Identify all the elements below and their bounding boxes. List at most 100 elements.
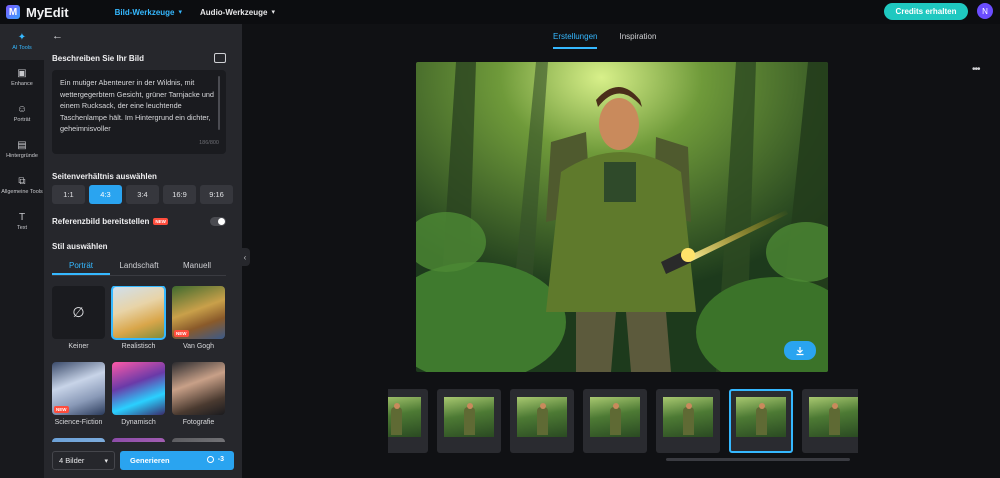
generated-image-artwork xyxy=(416,62,828,372)
character-count: 186/800 xyxy=(199,140,219,147)
tool-rail: ✦ AI Tools ▣ Enhance ☺ Porträt ▤ Hintergründe ⧉ A… xyxy=(0,24,44,478)
rail-item-5[interactable]: T Text xyxy=(0,204,44,240)
aspect-ratio-button[interactable]: 3:4 xyxy=(126,185,159,204)
aspect-ratio-button[interactable]: 4:3 xyxy=(89,185,122,204)
user-avatar[interactable]: N xyxy=(977,3,993,19)
get-credits-button[interactable]: Credits erhalten xyxy=(884,3,968,20)
describe-image-label: Beschreiben Sie Ihr Bild xyxy=(52,54,145,63)
style-tab[interactable]: Manuell xyxy=(168,258,226,275)
nav-audio-tools[interactable]: Audio-Werkzeuge ▾ xyxy=(200,8,275,17)
style-option[interactable]: Fotografie xyxy=(172,362,225,426)
rail-item-1[interactable]: ▣ Enhance xyxy=(0,60,44,96)
thumbnail-image xyxy=(663,397,713,437)
creation-thumbnail[interactable] xyxy=(729,389,793,453)
rail-item-label: Enhance xyxy=(11,81,33,88)
creations-strip xyxy=(388,388,858,454)
chevron-down-icon: ▾ xyxy=(271,9,275,16)
generate-cost: -3 xyxy=(206,456,224,463)
rail-item-2[interactable]: ☺ Porträt xyxy=(0,96,44,132)
aspect-ratio-button[interactable]: 9:16 xyxy=(200,185,233,204)
creation-thumbnail[interactable] xyxy=(802,389,858,453)
image-upload-icon[interactable] xyxy=(214,53,226,63)
aspect-ratio-button[interactable]: 16:9 xyxy=(163,185,196,204)
background-icon: ▤ xyxy=(17,140,27,152)
download-button[interactable] xyxy=(784,341,816,360)
collapse-panel-handle[interactable]: ‹ xyxy=(240,248,250,266)
app-name: MyEdit xyxy=(26,4,69,20)
rail-item-3[interactable]: ▤ Hintergründe xyxy=(0,132,44,168)
aspect-ratio-group: 1:1 4:3 3:4 16:9 9:16 xyxy=(52,185,233,204)
thumbnail-image xyxy=(388,397,421,437)
creation-thumbnail[interactable] xyxy=(583,389,647,453)
main-tabs: Erstellungen Inspiration xyxy=(553,32,656,49)
no-style-icon: ∅ xyxy=(52,286,105,339)
download-icon xyxy=(796,346,804,355)
style-option[interactable]: Dynamisch xyxy=(112,362,165,426)
style-thumbnail xyxy=(111,286,166,340)
chevron-down-icon: ▾ xyxy=(178,9,183,16)
creation-thumbnail[interactable] xyxy=(510,389,574,453)
tab-creations[interactable]: Erstellungen xyxy=(553,32,598,49)
image-count-select[interactable]: 4 Bilder ▾ xyxy=(52,451,115,470)
reference-image-label: Referenzbild bereitstellen NEW xyxy=(52,217,168,226)
style-thumbnail xyxy=(112,362,165,415)
style-option[interactable]: ∅ Keiner xyxy=(52,286,105,350)
aspect-ratio-button[interactable]: 1:1 xyxy=(52,185,85,204)
rail-item-0[interactable]: ✦ AI Tools xyxy=(0,24,44,60)
reference-image-text: Referenzbild bereitstellen xyxy=(52,217,150,226)
creation-thumbnail[interactable] xyxy=(388,389,428,453)
thumbnail-image xyxy=(809,397,858,437)
rail-item-label: Text xyxy=(16,225,28,232)
tab-inspiration[interactable]: Inspiration xyxy=(619,32,656,49)
more-options-icon[interactable]: ••• xyxy=(972,64,980,75)
thumbnail-image xyxy=(736,397,786,437)
ai-tools-panel: ← Beschreiben Sie Ihr Bild Ein mutiger A… xyxy=(44,24,242,478)
toggle-knob xyxy=(218,218,225,225)
strip-scrollbar[interactable] xyxy=(666,458,850,461)
generate-button[interactable]: Generieren -3 xyxy=(120,451,234,470)
style-name: Van Gogh xyxy=(182,343,214,350)
magic-wand-icon: ✦ xyxy=(17,32,27,44)
style-name: Fotografie xyxy=(182,419,215,426)
style-option[interactable]: NEW Van Gogh xyxy=(172,286,225,350)
rail-item-4[interactable]: ⧉ Allgemeine Tools xyxy=(0,168,44,204)
creation-thumbnail[interactable] xyxy=(437,389,501,453)
rail-item-label: AI Tools xyxy=(12,45,32,52)
tools-icon: ⧉ xyxy=(18,176,26,188)
style-thumbnail: NEW xyxy=(52,362,105,415)
nav-audio-tools-label: Audio-Werkzeuge xyxy=(200,7,268,17)
new-badge: NEW xyxy=(174,330,189,337)
select-style-label: Stil auswählen xyxy=(52,242,108,251)
style-name: Dynamisch xyxy=(121,419,156,426)
prompt-input[interactable]: Ein mutiger Abenteurer in der Wildnis, m… xyxy=(52,70,226,154)
rail-item-label: Hintergründe xyxy=(6,153,38,160)
creation-thumbnail[interactable] xyxy=(656,389,720,453)
thumbnail-image xyxy=(590,397,640,437)
chevron-down-icon: ▾ xyxy=(104,457,108,465)
reference-image-toggle[interactable] xyxy=(210,217,226,226)
top-nav: Bild-Werkzeuge ▾ Audio-Werkzeuge ▾ xyxy=(115,8,275,17)
aspect-ratio-label: Seitenverhältnis auswählen xyxy=(52,172,157,181)
style-option[interactable]: Realistisch xyxy=(111,286,166,350)
prompt-scrollbar[interactable] xyxy=(218,76,220,130)
style-option[interactable]: NEW Science-Fiction xyxy=(52,362,105,426)
style-name: Realistisch xyxy=(121,343,156,350)
style-name: Keiner xyxy=(68,343,89,350)
style-tabs: Porträt Landschaft Manuell xyxy=(52,258,226,276)
generate-label: Generieren xyxy=(130,456,170,465)
style-tab[interactable]: Landschaft xyxy=(110,258,168,275)
app-logo[interactable]: M MyEdit xyxy=(6,5,69,20)
myedit-logo-icon: M xyxy=(6,5,20,19)
image-count-value: 4 Bilder xyxy=(59,456,85,465)
style-tab[interactable]: Porträt xyxy=(52,258,110,275)
back-arrow-icon[interactable]: ← xyxy=(52,30,63,42)
nav-image-tools[interactable]: Bild-Werkzeuge ▾ xyxy=(115,8,182,17)
thumbnail-image xyxy=(517,397,567,437)
new-badge: NEW xyxy=(153,218,168,225)
portrait-icon: ☺ xyxy=(16,104,28,116)
generate-bar: 4 Bilder ▾ Generieren -3 xyxy=(44,442,242,478)
new-badge: NEW xyxy=(54,406,69,413)
style-thumbnail xyxy=(172,362,225,415)
text-icon: T xyxy=(18,212,26,224)
rail-item-label: Porträt xyxy=(13,117,31,124)
